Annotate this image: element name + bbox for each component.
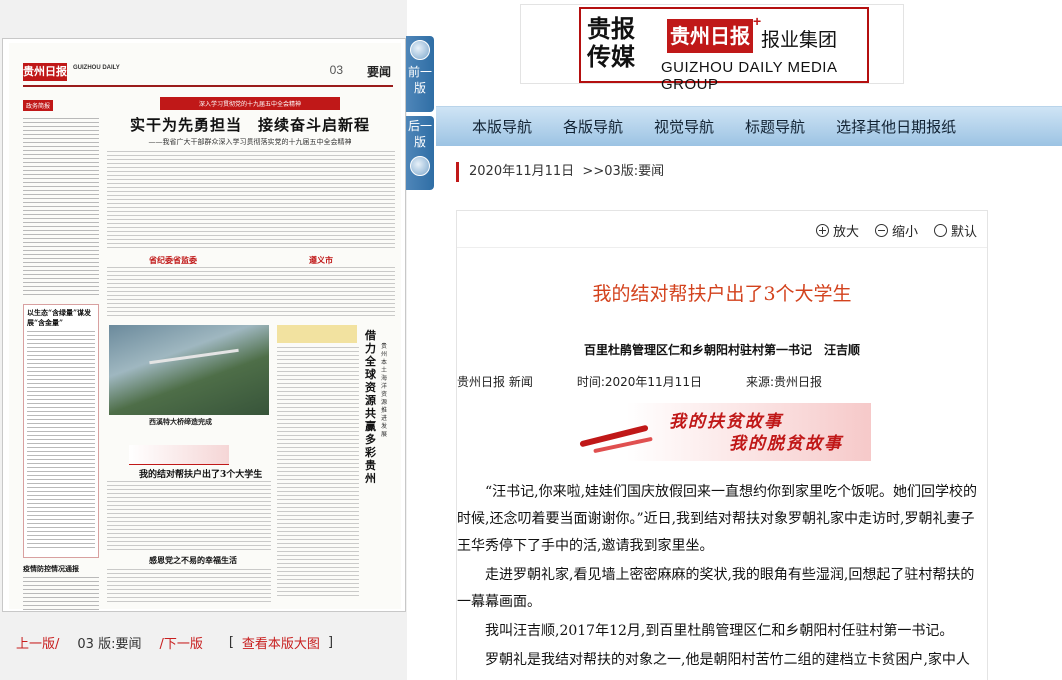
- newspaper-section: 要闻: [366, 65, 391, 79]
- zoom-out-label: 缩小: [891, 225, 918, 240]
- logo-en-name: GUIZHOU DAILY MEDIA GROUP: [661, 59, 837, 93]
- nav-other-dates[interactable]: 选择其他日期报纸: [836, 116, 956, 137]
- page-pager: 上一版/ 03 版:要闻 /下一版 [ 查看本版大图 ]: [0, 622, 407, 662]
- zoom-controls: 放大 缩小 默认: [800, 221, 977, 240]
- logo-cn-left: 贵报传媒: [587, 15, 635, 71]
- newspaper-vertical-title: 借力全球资源 共赢多彩贵州: [365, 329, 387, 485]
- plus-circle-icon: [815, 224, 829, 237]
- breadcrumb: 2020年11月11日 >>03版:要闻: [456, 162, 664, 182]
- newspaper-page-number: 03: [329, 63, 343, 77]
- logo-frame: 贵报传媒 贵州日报 + 报业集团 GUIZHOU DAILY MEDIA GRO…: [579, 7, 869, 93]
- newspaper-photo-caption: 西溪特大桥缔造完成: [149, 418, 212, 426]
- circle-icon: [933, 224, 947, 237]
- newspaper-text-block: [107, 151, 395, 251]
- newspaper-headline: 实干为先勇担当 接续奋斗启新程: [129, 116, 370, 134]
- article-origin: 来源:贵州日报: [745, 375, 822, 389]
- next-page-link[interactable]: /下一版: [159, 633, 202, 652]
- zoom-out-button[interactable]: 缩小: [874, 221, 918, 240]
- newspaper-vertical-subtitle: 贵州本土海洋资源推进发展: [381, 343, 388, 438]
- newspaper-text-block: [277, 347, 359, 597]
- bracket-close: ]: [327, 634, 334, 650]
- newspaper-banner: 深入学习贯彻党的十九届五中全会精神: [160, 97, 340, 110]
- minus-circle-icon: [874, 224, 888, 237]
- newspaper-text-block: [107, 267, 395, 317]
- current-page-label: 03 版:要闻: [77, 636, 142, 652]
- prev-page-link[interactable]: 上一版/: [16, 633, 59, 652]
- bracket-open: [: [228, 634, 234, 650]
- next-edition-label: 后一版: [407, 119, 432, 149]
- newspaper-page-image[interactable]: 贵州日报 GUIZHOU DAILY 03 要闻 政务简报 以生态“含绿量”谋发…: [2, 38, 406, 612]
- article-subtitle: 百里杜鹃管理区仁和乡朝阳村驻村第一书记 汪吉顺: [583, 343, 860, 357]
- newspaper-masthead: 贵州日报 GUIZHOU DAILY 03 要闻: [23, 61, 393, 87]
- zoom-default-button[interactable]: 默认: [933, 221, 977, 240]
- main-nav-bar: 本版导航 各版导航 视觉导航 标题导航 选择其他日期报纸: [436, 106, 1062, 146]
- nav-this-page[interactable]: 本版导航: [472, 116, 532, 137]
- newspaper-pane: 贵州日报 GUIZHOU DAILY 03 要闻 政务简报 以生态“含绿量”谋发…: [0, 0, 407, 680]
- nav-all-pages[interactable]: 各版导航: [563, 116, 623, 137]
- newspaper-story-banner: [129, 445, 229, 465]
- nav-titles[interactable]: 标题导航: [745, 116, 805, 137]
- zoom-in-label: 放大: [832, 225, 859, 240]
- logo-red-block: 贵州日报: [667, 19, 753, 53]
- newspaper-en-name: GUIZHOU DAILY: [73, 65, 120, 71]
- article-paragraph: 走进罗朝礼家,看见墙上密密麻麻的奖状,我的眼角有些湿润,回想起了驻村帮扶的一幕幕…: [457, 567, 975, 610]
- article-paragraph: 罗朝礼是我结对帮扶的对象之一,他是朝阳村苦竹二组的建档立卡贫困户,家中人: [485, 652, 970, 668]
- article-body: “汪书记,你来啦,娃娃们国庆放假回来一直想约你到家里吃个饭呢。她们回学校的时候,…: [457, 479, 987, 676]
- arrow-up-icon: [410, 40, 430, 60]
- logo-group-name: 报业集团: [761, 29, 838, 51]
- article-meta: 贵州日报 新闻 时间:2020年11月11日 来源:贵州日报: [457, 373, 987, 390]
- newspaper-subhead: 省纪委省监委: [149, 255, 197, 265]
- media-group-logo[interactable]: 贵报传媒 贵州日报 + 报业集团 GUIZHOU DAILY MEDIA GRO…: [520, 4, 904, 93]
- newspaper-left-column: 政务简报 以生态“含绿量”谋发展“含金量” 疫情防控情况通报: [23, 93, 99, 611]
- article-time: 时间:2020年11月11日: [576, 375, 702, 389]
- nav-visual[interactable]: 视觉导航: [654, 116, 714, 137]
- newspaper-color-strip: [277, 325, 357, 343]
- zoom-default-label: 默认: [950, 225, 977, 240]
- story-banner-line2: 我的脱贫故事: [729, 434, 843, 454]
- newspaper-subhead: 感恩党之不易的幸福生活: [149, 555, 237, 565]
- newspaper-photo[interactable]: [109, 325, 269, 415]
- newspaper-box[interactable]: 以生态“含绿量”谋发展“含金量”: [23, 304, 99, 558]
- newspaper-box-title: 疫情防控情况通报: [23, 564, 79, 573]
- zoom-in-button[interactable]: 放大: [815, 221, 859, 240]
- newspaper-text-block: [107, 481, 271, 551]
- newspaper-story-title[interactable]: 我的结对帮扶户出了3个大学生: [139, 467, 262, 480]
- logo-plus: +: [753, 13, 762, 29]
- prev-edition-tab[interactable]: 前一版: [406, 36, 434, 112]
- newspaper-subhead: 遵义市: [309, 255, 333, 265]
- next-edition-tab[interactable]: 后一版: [406, 116, 434, 190]
- newspaper-box-title: 以生态“含绿量”谋发展“含金量”: [27, 308, 92, 327]
- newspaper-page: 贵州日报 GUIZHOU DAILY 03 要闻 政务简报 以生态“含绿量”谋发…: [9, 43, 401, 611]
- arrow-down-icon: [410, 156, 430, 176]
- newspaper-left-tag: 政务简报: [23, 100, 54, 111]
- article-paragraph: 我叫汪吉顺,2017年12月,到百里杜鹃管理区仁和乡朝阳村任驻村第一书记。: [485, 623, 954, 639]
- newspaper-logo: 贵州日报: [23, 63, 67, 81]
- newspaper-headline-block[interactable]: 深入学习贯彻党的十九届五中全会精神 实干为先勇担当 接续奋斗启新程 ——我省广大…: [105, 97, 395, 147]
- newspaper-subheadline: ——我省广大干部群众深入学习贯彻落实党的十九届五中全会精神: [148, 138, 352, 146]
- story-banner-image: 我的扶贫故事 我的脱贫故事: [573, 403, 871, 461]
- article-source-label: 贵州日报 新闻: [457, 375, 533, 389]
- prev-edition-label: 前一版: [407, 65, 432, 95]
- view-large-image-link[interactable]: 查看本版大图: [242, 633, 320, 652]
- divider: [457, 247, 987, 248]
- article-container: 放大 缩小 默认 我的结对帮扶户出了3个大学生 百里杜鹃管理区仁和乡朝阳村驻村第…: [456, 210, 988, 680]
- article-title: 我的结对帮扶户出了3个大学生: [592, 283, 852, 305]
- page-side-nav: 前一版 后一版: [406, 36, 434, 190]
- article-paragraph: “汪书记,你来啦,娃娃们国庆放假回来一直想约你到家里吃个饭呢。她们回学校的时候,…: [457, 484, 978, 554]
- newspaper-text-block: [107, 569, 271, 603]
